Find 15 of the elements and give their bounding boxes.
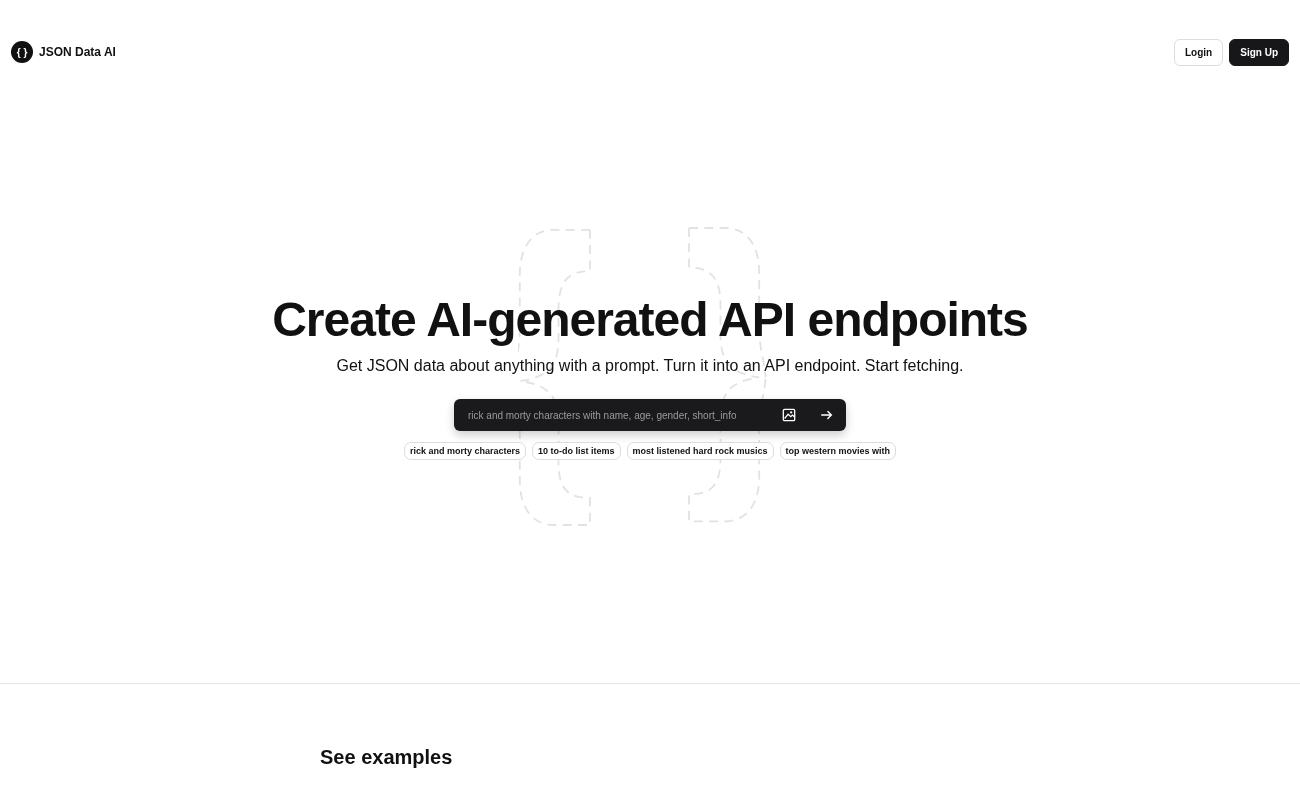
suggestion-chip[interactable]: 10 to-do list items: [532, 442, 621, 460]
submit-arrow-icon[interactable]: [820, 408, 834, 422]
brand-name: JSON Data AI: [39, 45, 116, 59]
suggestion-chip[interactable]: rick and morty characters: [403, 442, 526, 460]
suggestion-chip[interactable]: top western movies with: [779, 442, 897, 460]
login-button[interactable]: Login: [1174, 38, 1224, 66]
section-heading: See examples: [320, 746, 454, 769]
prompt-bar[interactable]: rick and morty characters with name, age, gender, short_info: [454, 399, 846, 431]
prompt-field[interactable]: rick and morty characters with name, age, gender, short_info: [466, 408, 768, 422]
hero-subtitle: Get JSON data about anything with a prompt. Turn it into an API endpoint. Start fetching.: [336, 357, 964, 375]
logo-icon: { }: [11, 41, 33, 63]
image-icon[interactable]: [782, 408, 796, 422]
signup-button[interactable]: Sign Up: [1229, 38, 1289, 66]
suggestion-chip[interactable]: most listened hard rock musics: [626, 442, 774, 460]
hero-title: Create AI-generated API endpoints: [272, 292, 1028, 347]
